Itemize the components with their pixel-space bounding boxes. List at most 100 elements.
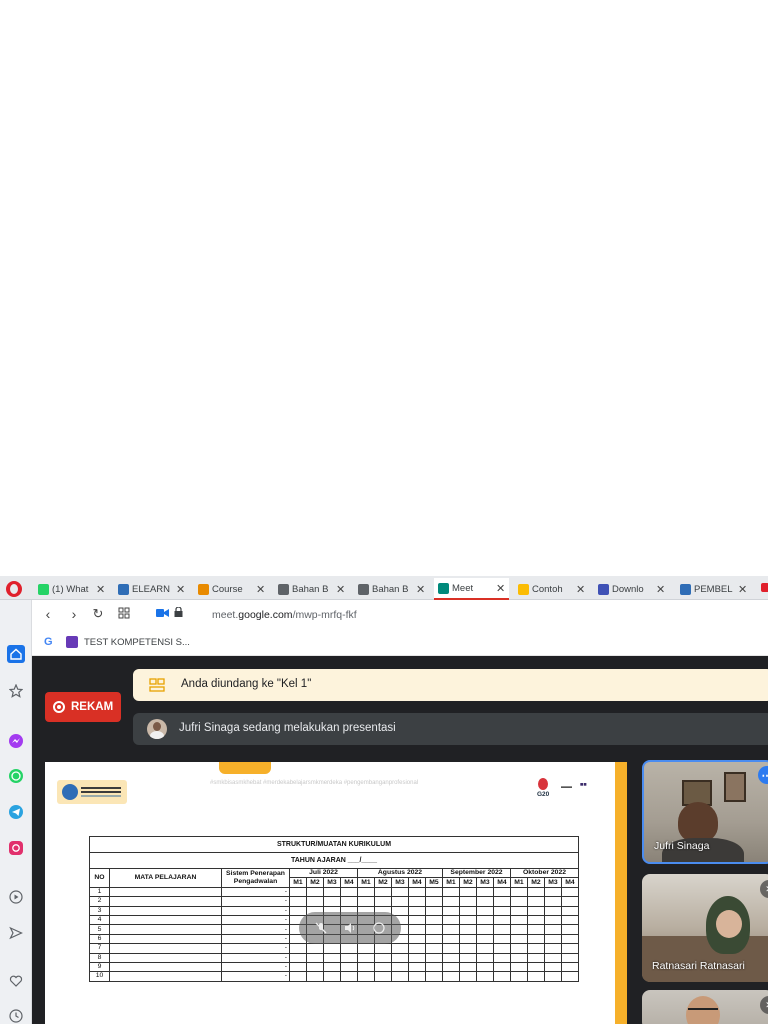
instagram-icon[interactable] — [7, 839, 25, 857]
google-bookmark-icon[interactable]: G — [44, 636, 53, 648]
week-header: M2 — [527, 877, 545, 888]
row-week-cell — [561, 971, 579, 982]
row-week-cell — [476, 886, 494, 898]
table-row: 2- — [89, 896, 579, 907]
close-tab-icon[interactable]: ✕ — [176, 583, 185, 596]
close-tab-icon[interactable]: ✕ — [336, 583, 345, 596]
row-week-cell — [510, 933, 528, 945]
history-icon[interactable] — [7, 1007, 25, 1024]
row-week-cell — [357, 896, 375, 907]
row-week-cell — [544, 914, 562, 926]
row-week-cell — [442, 914, 460, 926]
messenger-icon[interactable] — [7, 732, 25, 750]
tab-whatsapp[interactable]: (1) What ✕ — [34, 578, 109, 600]
close-tab-icon[interactable]: ✕ — [576, 583, 585, 596]
mic-off-icon[interactable] — [314, 921, 328, 935]
record-button[interactable]: REKAM — [45, 692, 121, 722]
close-tab-icon[interactable]: ✕ — [656, 583, 665, 596]
table-row: 8- — [89, 952, 579, 963]
red-tab-edge-icon — [761, 583, 768, 592]
telegram-icon[interactable] — [7, 803, 25, 821]
row-week-cell — [374, 961, 392, 973]
row-week-cell — [289, 905, 307, 916]
row-system: - — [221, 952, 290, 963]
tab-course[interactable]: Course ✕ — [194, 578, 269, 600]
participant-tile[interactable]: Ratnasari Ratnasari ✕ — [642, 874, 768, 982]
tab-meet[interactable]: Meet ✕ — [434, 578, 510, 600]
row-week-cell — [408, 924, 426, 935]
elearning-icon — [118, 583, 129, 595]
tab-drive[interactable]: Contoh ✕ — [514, 578, 589, 600]
col-subject: MATA PELAJARAN — [109, 868, 222, 888]
participant-tile[interactable]: ✕ — [642, 990, 768, 1024]
tab-elearning[interactable]: ELEARN ✕ — [114, 578, 189, 600]
close-tab-icon[interactable]: ✕ — [256, 583, 265, 596]
row-week-cell — [391, 943, 409, 954]
row-week-cell — [442, 961, 460, 973]
wall-frame — [724, 772, 746, 802]
tab-label: Contoh — [532, 583, 563, 595]
participant-video — [678, 802, 718, 842]
week-header: M3 — [476, 877, 494, 888]
row-week-cell — [391, 971, 409, 982]
row-system: - — [221, 971, 290, 982]
row-subject — [109, 924, 222, 935]
back-icon[interactable]: ‹ — [40, 606, 56, 622]
tab-label: Meet — [452, 582, 474, 594]
close-tab-icon[interactable]: ✕ — [738, 583, 747, 596]
more-options-icon[interactable]: ⋯ — [758, 766, 768, 784]
row-week-cell — [289, 952, 307, 963]
table-row: 7- — [89, 943, 579, 954]
participant-tile[interactable]: Jufri Sinaga ⋯ — [642, 760, 768, 864]
forward-icon[interactable]: › — [66, 606, 82, 622]
tabs-grid-icon[interactable] — [116, 606, 132, 622]
row-week-cell — [493, 924, 511, 935]
camera-icon[interactable] — [156, 609, 169, 617]
lock-icon[interactable] — [174, 607, 183, 617]
row-week-cell — [561, 896, 579, 907]
table-title: STRUKTUR/MUATAN KURIKULUM — [89, 836, 579, 853]
home-icon[interactable] — [7, 645, 25, 663]
row-week-cell — [374, 952, 392, 963]
row-week-cell — [323, 943, 341, 954]
row-week-cell — [476, 933, 494, 945]
row-week-cell — [510, 961, 528, 973]
row-week-cell — [476, 961, 494, 973]
heart-icon[interactable] — [7, 972, 25, 990]
row-week-cell — [459, 961, 477, 973]
volume-icon[interactable] — [343, 921, 357, 935]
invite-banner[interactable]: Anda diundang ke "Kel 1" — [133, 669, 768, 701]
mic-off-icon[interactable]: ✕ — [760, 880, 768, 898]
row-week-cell — [510, 952, 528, 963]
opera-logo-icon[interactable] — [6, 581, 22, 597]
week-header: M3 — [323, 877, 341, 888]
tab-bookmark[interactable]: Bahan B ✕ — [354, 578, 429, 600]
row-number: 1 — [89, 886, 110, 898]
row-week-cell — [510, 905, 528, 916]
row-number: 3 — [89, 905, 110, 916]
col-system: Sistem Penerapan Pengadwalan — [221, 868, 290, 888]
tab-elearning[interactable]: PEMBEL ✕ — [676, 578, 751, 600]
table-header-row: NO MATA PELAJARAN Sistem Penerapan Pengadw… — [89, 867, 579, 888]
player-icon[interactable] — [7, 888, 25, 906]
row-week-cell — [459, 924, 477, 935]
screen: (1) What ✕ ELEARN ✕ Course ✕ Bahan B ✕ Bahan B ✕ M… — [0, 0, 768, 1024]
close-tab-icon[interactable]: ✕ — [496, 582, 505, 595]
whatsapp-icon[interactable] — [7, 767, 25, 785]
close-tab-icon[interactable]: ✕ — [96, 583, 105, 596]
url-text[interactable]: meet.google.com/mwp-mrfq-fkf — [212, 609, 357, 621]
mic-off-icon[interactable]: ✕ — [760, 996, 768, 1014]
star-icon[interactable] — [7, 682, 25, 700]
send-icon[interactable] — [7, 924, 25, 942]
stop-present-icon[interactable] — [372, 921, 386, 935]
reload-icon[interactable]: ↻ — [90, 606, 106, 622]
bookmark-test-kompetensi[interactable]: TEST KOMPETENSI S... — [84, 637, 190, 648]
tab-bookmark[interactable]: Bahan B ✕ — [274, 578, 349, 600]
elearning-icon — [680, 583, 691, 595]
row-week-cell — [527, 914, 545, 926]
table-row: 9- — [89, 961, 579, 973]
month-header: Oktober 2022 — [510, 867, 579, 879]
close-tab-icon[interactable]: ✕ — [416, 583, 425, 596]
row-system: - — [221, 943, 290, 954]
tab-download-site[interactable]: Downlo ✕ — [594, 578, 669, 600]
